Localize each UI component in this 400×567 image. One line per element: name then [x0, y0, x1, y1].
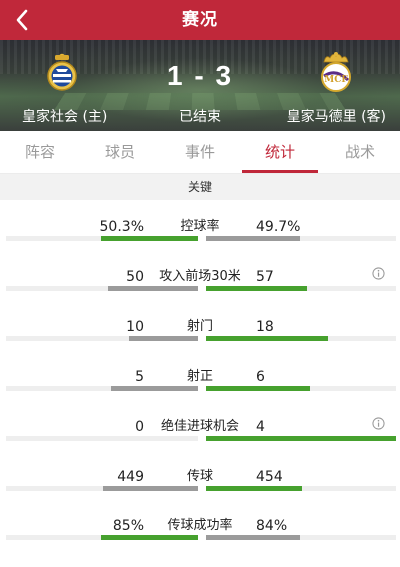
- home-bar: [101, 236, 198, 241]
- tab-players[interactable]: 球员: [80, 131, 160, 173]
- info-icon[interactable]: [372, 267, 385, 280]
- away-bar-track: [206, 535, 396, 540]
- page-title: 赛况: [0, 0, 400, 40]
- away-bar-track: [206, 386, 396, 391]
- away-bar-track: [206, 486, 396, 491]
- away-bar-track: [206, 336, 396, 341]
- home-bar-track: [6, 486, 198, 491]
- away-bar: [206, 436, 396, 441]
- home-bar-track: [6, 336, 198, 341]
- away-bar-track: [206, 286, 396, 291]
- stat-row-passes: 449 传球 454: [0, 468, 400, 518]
- section-header: 关键: [0, 174, 400, 200]
- tab-tactics[interactable]: 战术: [320, 131, 400, 173]
- stat-row-possession: 50.3% 控球率 49.7%: [0, 218, 400, 268]
- svg-text:MCF: MCF: [324, 75, 348, 85]
- home-bar-track: [6, 535, 198, 540]
- away-bar: [206, 336, 328, 341]
- away-bar: [206, 535, 300, 540]
- away-team-name: 皇家马德里 (客): [287, 106, 386, 126]
- stat-row-shots-on-target: 5 射正 6: [0, 368, 400, 418]
- home-bar: [103, 486, 198, 491]
- home-value: 10: [126, 318, 144, 336]
- match-header: 1 - 3 MCF 皇家社会 (主) 已结束 皇家马德里 (客): [0, 40, 400, 131]
- stat-label: 传球成功率: [150, 517, 250, 535]
- home-value: 50: [126, 268, 144, 286]
- stat-row-pass-accuracy: 85% 传球成功率 84%: [0, 517, 400, 567]
- stat-label: 攻入前场30米: [150, 268, 250, 286]
- home-bar-track: [6, 386, 198, 391]
- stat-label: 射正: [150, 368, 250, 386]
- away-value: 454: [256, 468, 283, 486]
- home-bar: [129, 336, 198, 341]
- away-value: 49.7%: [256, 218, 300, 236]
- real-madrid-crest-icon[interactable]: MCF: [316, 50, 356, 94]
- stat-label: 控球率: [150, 218, 250, 236]
- info-icon[interactable]: [372, 417, 385, 430]
- away-bar-track: [206, 436, 396, 441]
- away-value: 6: [256, 368, 265, 386]
- home-bar: [108, 286, 198, 291]
- stat-row-shots: 10 射门 18: [0, 318, 400, 368]
- away-bar: [206, 486, 302, 491]
- home-value: 50.3%: [100, 218, 144, 236]
- home-bar: [101, 535, 198, 540]
- away-value: 84%: [256, 517, 287, 535]
- stat-row-big-chances: 0 绝佳进球机会 4: [0, 418, 400, 468]
- home-value: 0: [135, 418, 144, 436]
- away-value: 57: [256, 268, 274, 286]
- top-bar: 赛况: [0, 0, 400, 40]
- away-bar: [206, 236, 300, 241]
- away-bar: [206, 286, 307, 291]
- home-bar-track: [6, 236, 198, 241]
- home-value: 449: [117, 468, 144, 486]
- away-bar: [206, 386, 310, 391]
- tab-lineup[interactable]: 阵容: [0, 131, 80, 173]
- stat-label: 射门: [150, 318, 250, 336]
- home-bar-track: [6, 286, 198, 291]
- stat-label: 传球: [150, 468, 250, 486]
- tab-events[interactable]: 事件: [160, 131, 240, 173]
- tab-bar: 阵容 球员 事件 统计 战术: [0, 131, 400, 174]
- stat-row-final-third-entries: 50 攻入前场30米 57: [0, 268, 400, 318]
- home-bar: [111, 386, 198, 391]
- away-value: 18: [256, 318, 274, 336]
- home-value: 85%: [113, 517, 144, 535]
- away-bar-track: [206, 236, 396, 241]
- home-bar-track: [6, 436, 198, 441]
- away-value: 4: [256, 418, 265, 436]
- home-value: 5: [135, 368, 144, 386]
- tab-statistics[interactable]: 统计: [240, 131, 320, 173]
- stat-label: 绝佳进球机会: [150, 418, 250, 436]
